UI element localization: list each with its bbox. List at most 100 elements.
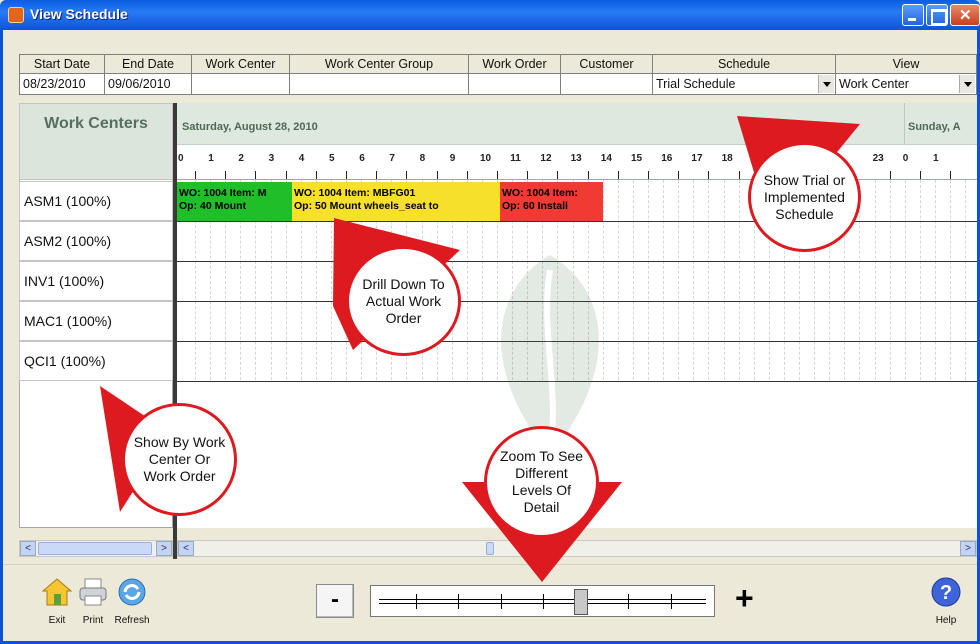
hour-tick [346, 171, 347, 179]
header-view: View [835, 54, 977, 74]
work-center-row[interactable]: ASM1 (100%) [19, 181, 173, 221]
work-order-bar[interactable]: WO: 1004 Item: MBFG01 Op: 50 Mount wheel… [292, 182, 500, 221]
hour-label: 17 [691, 153, 703, 164]
hour-label: 8 [419, 153, 426, 164]
work-order-field[interactable] [468, 73, 561, 95]
help-button[interactable]: ? Help [922, 576, 970, 626]
svg-text:?: ? [940, 582, 952, 604]
hour-tick [497, 171, 498, 179]
hour-tick [678, 171, 680, 179]
grid-line [919, 180, 921, 380]
header-work-order: Work Order [468, 54, 561, 74]
zoom-slider[interactable] [370, 585, 715, 617]
grid-line [708, 180, 710, 380]
grid-line [663, 180, 665, 380]
row-divider [177, 221, 977, 222]
window-title: View Schedule [30, 6, 128, 22]
zoom-tick [501, 594, 502, 609]
work-center-row[interactable]: QCI1 (100%) [19, 341, 173, 381]
callout-bubble: Show By Work Center Or Work Order [122, 403, 237, 516]
bar-line: WO: 1004 Item: MBFG01 [294, 187, 416, 199]
work-centers-header: Work Centers [19, 103, 173, 180]
zoom-tick [671, 594, 672, 609]
hour-tick [406, 171, 408, 179]
bar-line: WO: 1004 Item: M [179, 187, 267, 199]
zoom-slider-thumb[interactable] [574, 589, 589, 615]
close-button[interactable] [950, 4, 980, 26]
hour-tick [557, 171, 559, 179]
chevron-down-icon[interactable] [818, 75, 834, 93]
scroll-thumb[interactable] [486, 542, 494, 555]
date-label: Saturday, August 28, 2010 [182, 121, 318, 133]
chevron-down-icon[interactable] [959, 75, 975, 93]
grid-line [723, 180, 725, 380]
work-order-bar[interactable]: WO: 1004 Item: Op: 60 Install [500, 182, 603, 221]
end-date-field[interactable]: 09/06/2010 [104, 73, 192, 95]
hour-label: 2 [238, 153, 244, 164]
callout-bubble: Show Trial or Implemented Schedule [748, 142, 861, 252]
hour-tick [617, 171, 619, 179]
scroll-left-icon[interactable]: < [20, 541, 36, 556]
hour-label: 0 [178, 153, 184, 164]
customer-field[interactable] [560, 73, 653, 95]
zoom-tick [543, 594, 544, 609]
bar-line: Op: 40 Mount [179, 200, 247, 212]
hour-tick [919, 171, 921, 179]
scroll-right-icon[interactable]: > [156, 541, 172, 556]
title-bar: View Schedule [0, 0, 980, 30]
header-end-date: End Date [104, 54, 192, 74]
hour-label: 4 [298, 153, 305, 164]
bar-line: Op: 60 Install [502, 200, 568, 212]
left-horizontal-scrollbar[interactable]: < > [19, 540, 173, 557]
app-icon [8, 7, 24, 23]
hour-label: 15 [631, 153, 643, 164]
header-work-center: Work Center [191, 54, 290, 74]
hour-tick [527, 171, 529, 179]
work-center-group-field[interactable] [289, 73, 469, 95]
callout-bubble: Zoom To See Different Levels Of Detail [484, 426, 599, 538]
minimize-button[interactable] [902, 4, 924, 26]
bar-line: WO: 1004 Item: [502, 187, 578, 199]
grid-line [693, 180, 695, 380]
gantt-hour-row: 0 1 2 3 4 5 6 7 8 9 10 11 12 13 14 15 16 17 18 23 0 1 [177, 145, 977, 180]
grid-line [859, 180, 861, 380]
schedule-select-value: Trial Schedule [656, 77, 736, 91]
work-center-row[interactable]: MAC1 (100%) [19, 301, 173, 341]
hour-tick [255, 171, 257, 179]
scroll-right-icon[interactable]: > [960, 541, 976, 556]
help-label: Help [935, 615, 957, 626]
zoom-in-button[interactable]: + [735, 581, 754, 615]
maximize-button[interactable] [926, 4, 948, 26]
refresh-label: Refresh [114, 615, 150, 626]
grid-line [678, 180, 680, 380]
grid-line [632, 180, 634, 380]
start-date-field[interactable]: 08/23/2010 [19, 73, 105, 95]
header-work-center-group: Work Center Group [289, 54, 469, 74]
view-select[interactable]: Work Center [835, 73, 977, 95]
work-center-row[interactable]: INV1 (100%) [19, 261, 173, 301]
zoom-out-button[interactable]: - [316, 584, 354, 618]
work-center-row[interactable]: ASM2 (100%) [19, 221, 173, 261]
scroll-thumb[interactable] [38, 542, 152, 555]
hour-label: 3 [268, 153, 275, 164]
view-select-value: Work Center [839, 77, 909, 91]
header-customer: Customer [560, 54, 653, 74]
grid-line [965, 180, 967, 380]
gantt-horizontal-scrollbar[interactable]: < > [177, 540, 977, 557]
refresh-button[interactable]: Refresh [108, 576, 156, 626]
hour-label: 12 [540, 153, 552, 164]
hour-tick [285, 171, 287, 179]
printer-icon [79, 578, 107, 606]
zoom-tick [628, 594, 629, 609]
zoom-tick [458, 594, 459, 609]
hour-tick [315, 171, 317, 179]
hour-tick [466, 171, 468, 179]
work-order-bar[interactable]: WO: 1004 Item: M Op: 40 Mount [177, 182, 292, 221]
hour-label: 1 [933, 153, 939, 164]
gantt-date-row: Saturday, August 28, 2010 Sunday, A [177, 103, 977, 145]
hour-tick [889, 171, 891, 179]
scroll-left-icon[interactable]: < [178, 541, 194, 556]
work-center-field[interactable] [191, 73, 290, 95]
grid-line [934, 180, 936, 380]
schedule-select[interactable]: Trial Schedule [652, 73, 836, 95]
